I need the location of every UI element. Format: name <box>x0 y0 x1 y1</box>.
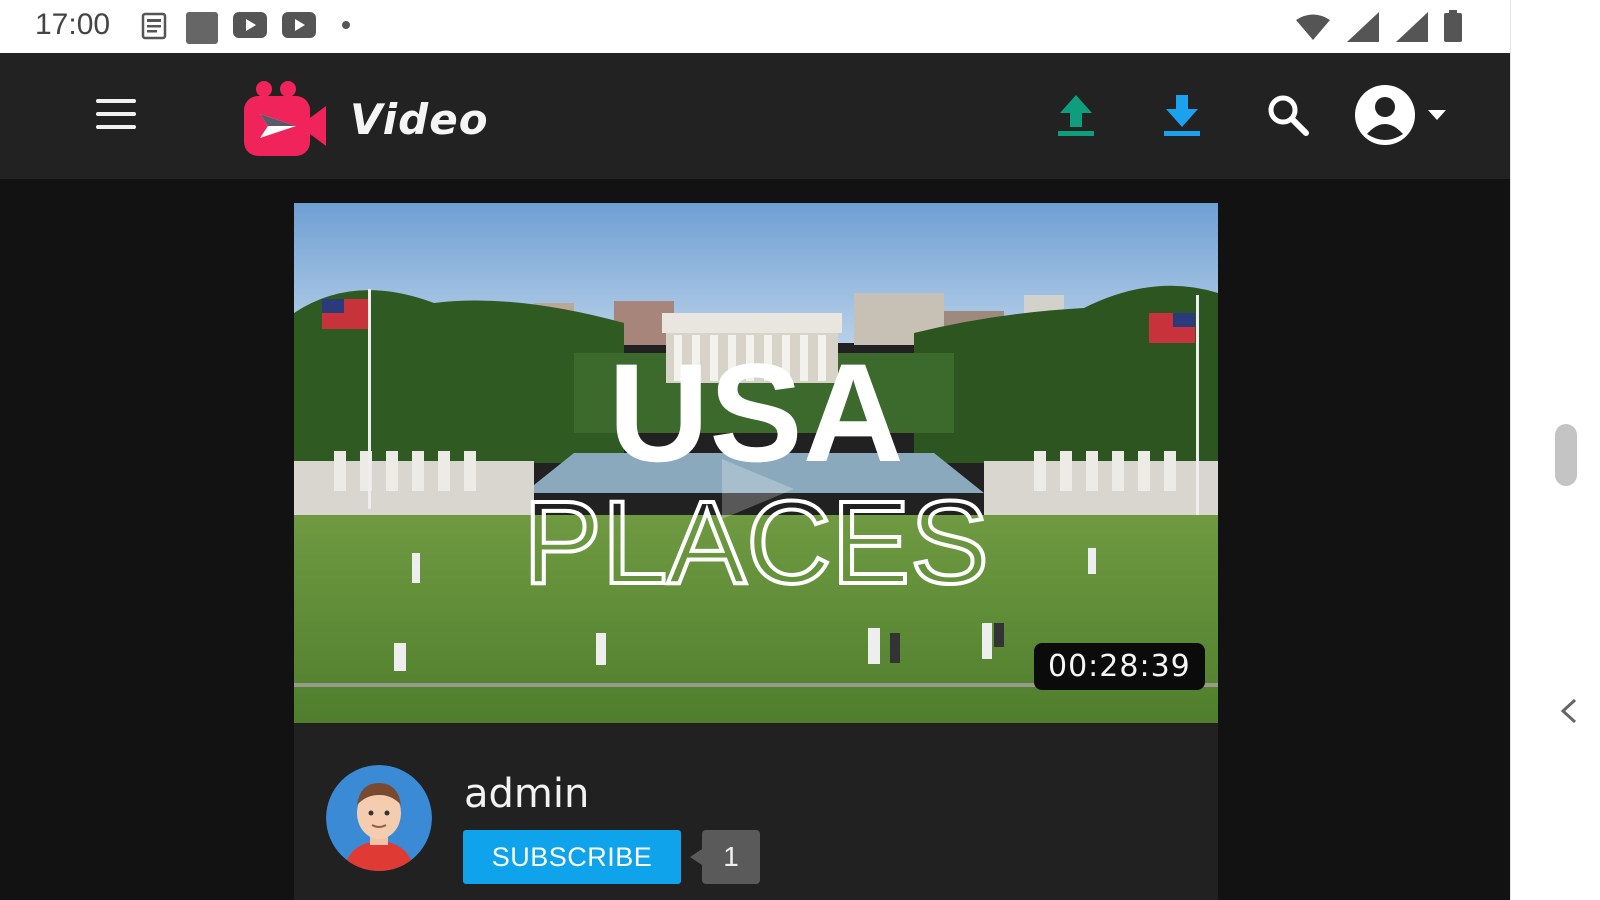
account-circle-icon <box>1355 85 1415 145</box>
app-container: Video USA PLACES 00:28:39 admin SUBSCRIB… <box>0 53 1510 900</box>
menu-icon-line <box>96 112 136 116</box>
youtube-icon <box>282 12 316 38</box>
signal-icon <box>1396 12 1428 42</box>
upload-icon <box>1058 95 1094 136</box>
wifi-icon <box>1296 14 1330 40</box>
logo-text: Video <box>350 94 489 144</box>
square-icon <box>186 12 218 44</box>
download-button[interactable] <box>1154 87 1210 143</box>
subscribe-button[interactable]: SUBSCRIBE <box>463 830 681 884</box>
video-camera-logo-icon <box>244 81 326 156</box>
user-avatar-image <box>326 765 432 871</box>
status-bar: 17:00 <box>0 0 1510 53</box>
top-navigation-bar: Video <box>0 53 1510 179</box>
status-time: 17:00 <box>35 8 111 41</box>
chevron-left-icon[interactable] <box>1555 696 1581 726</box>
signal-icon <box>1347 12 1379 42</box>
thumbnail-title-bottom: PLACES <box>523 477 989 609</box>
download-icon <box>1164 95 1200 136</box>
news-icon <box>141 12 167 40</box>
upload-button[interactable] <box>1048 87 1104 143</box>
caret-down-icon <box>1428 110 1446 120</box>
channel-name[interactable]: admin <box>464 771 589 817</box>
account-menu-button[interactable] <box>1354 83 1464 147</box>
youtube-icon <box>233 12 267 38</box>
search-button[interactable] <box>1260 87 1316 143</box>
video-card: USA PLACES 00:28:39 admin SUBSCRIBE 1 <box>294 203 1218 900</box>
more-notifications-dot-icon <box>342 21 350 29</box>
battery-icon <box>1444 10 1462 42</box>
video-duration-badge: 00:28:39 <box>1034 643 1205 690</box>
search-icon <box>1268 95 1309 136</box>
channel-avatar[interactable] <box>326 765 432 871</box>
subscriber-count: 1 <box>690 830 760 884</box>
menu-icon-line <box>96 99 136 103</box>
edge-panel-handle[interactable] <box>1555 424 1577 486</box>
menu-button[interactable] <box>96 99 138 133</box>
screen: 17:00 Video USA PLACES 00:28:39 admin SU… <box>0 0 1600 900</box>
menu-icon-line <box>96 125 136 129</box>
thumbnail-title-top: USA <box>608 334 904 491</box>
video-thumbnail[interactable]: USA PLACES 00:28:39 <box>294 203 1218 723</box>
edge-panel <box>1510 0 1600 900</box>
logo-link[interactable]: Video <box>240 79 490 159</box>
